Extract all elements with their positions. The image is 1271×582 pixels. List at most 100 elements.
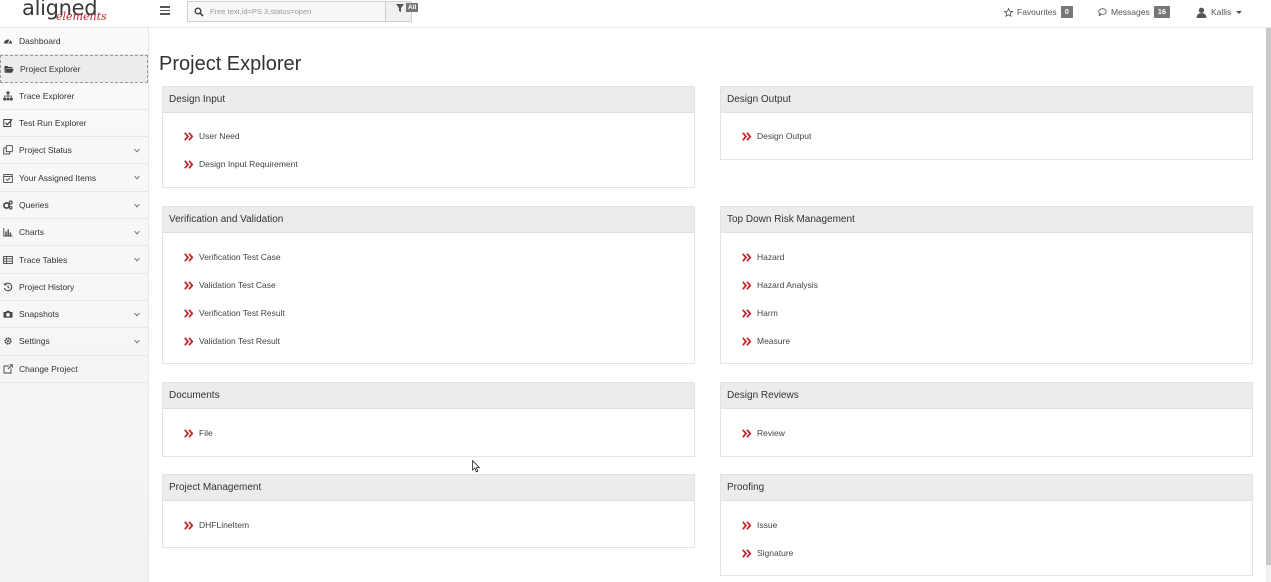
panel-link-signature[interactable]: Signature [742, 546, 793, 560]
panel-link-verification-test-result[interactable]: Verification Test Result [184, 306, 285, 320]
history-icon [3, 282, 13, 292]
page-title: Project Explorer [159, 53, 302, 75]
double-chevron-right-icon [184, 159, 194, 169]
sidebar-item-label: Test Run Explorer [19, 118, 87, 129]
sidebar-item-charts[interactable]: Charts [0, 219, 148, 247]
panel-title: Design Input [163, 87, 694, 113]
panel-link-design-output[interactable]: Design Output [742, 129, 811, 143]
sidebar-item-label: Trace Tables [19, 254, 68, 265]
sidebar-item-label: Queries [19, 199, 49, 210]
panel-design-output: Design Output Design Output [720, 86, 1253, 160]
chevron-down-icon [134, 176, 140, 180]
sitemap-icon [3, 91, 13, 101]
panel-top-down-risk-management: Top Down Risk Management Hazard Hazard A… [720, 206, 1253, 364]
panel-link-label: Validation Test Result [199, 336, 280, 346]
filter-all-badge: All [406, 3, 419, 12]
panel-link-hazard-analysis[interactable]: Hazard Analysis [742, 278, 818, 292]
sidebar-item-project-history[interactable]: Project History [0, 274, 148, 301]
sidebar-item-label: Snapshots [19, 309, 60, 320]
sidebar-item-settings[interactable]: Settings [0, 328, 148, 356]
user-name: Kallis [1211, 7, 1232, 17]
sidebar-item-project-explorer[interactable]: Project Explorer [0, 55, 148, 83]
gear-icon [4, 337, 12, 346]
panel-link-design-input-requirement[interactable]: Design Input Requirement [184, 157, 298, 171]
calendar-check-icon [3, 173, 13, 183]
panel-link-hazard[interactable]: Hazard [742, 250, 784, 264]
sidebar-item-your-assigned-items[interactable]: Your Assigned Items [0, 164, 148, 192]
check-square-icon [3, 118, 13, 128]
panel-design-reviews: Design Reviews Review [720, 382, 1253, 457]
sidebar-item-dashboard[interactable]: Dashboard [0, 28, 148, 56]
user-menu[interactable]: Kallis [1196, 5, 1243, 19]
panel-link-label: Hazard Analysis [757, 280, 818, 290]
filter-button[interactable]: All [385, 1, 419, 22]
panel-title: Design Output [721, 87, 1252, 113]
favourites-label: Favourites [1017, 7, 1057, 17]
sidebar-item-label: Change Project [19, 363, 78, 374]
chevron-down-icon [134, 230, 140, 235]
panel-link-file[interactable]: File [184, 426, 213, 440]
panel-link-validation-test-result[interactable]: Validation Test Result [184, 334, 280, 348]
panel-link-label: Review [757, 428, 785, 438]
panel-link-issue[interactable]: Issue [742, 518, 777, 532]
sidebar-item-project-status[interactable]: Project Status [0, 137, 148, 165]
panel-title: Design Reviews [721, 383, 1252, 409]
search-box [187, 1, 386, 22]
app-logo[interactable]: aligned elements [22, 0, 132, 26]
sidebar-item-label: Trace Explorer [19, 90, 75, 101]
panel-title: Proofing [721, 475, 1252, 501]
scrollbar-thumb[interactable] [1266, 28, 1271, 565]
mouse-cursor-icon [472, 460, 480, 473]
sidebar-item-label: Settings [19, 336, 50, 347]
double-chevron-right-icon [184, 520, 194, 530]
cogs-icon [3, 200, 13, 210]
folder-open-icon [4, 65, 14, 73]
panel-design-input: Design Input User Need Design Input Requ… [162, 86, 695, 188]
sidebar-item-label: Project Explorer [20, 63, 81, 74]
sidebar-item-test-run-explorer[interactable]: Test Run Explorer [0, 110, 148, 138]
sidebar: Dashboard Project Explorer Trace Explore… [0, 28, 149, 582]
external-link-icon [3, 363, 13, 374]
messages-link[interactable]: Messages 16 [1098, 5, 1171, 19]
double-chevron-right-icon [742, 308, 752, 318]
favourites-link[interactable]: Favourites 0 [1004, 5, 1073, 19]
clone-icon [3, 145, 13, 155]
double-chevron-right-icon [184, 280, 194, 290]
sidebar-item-trace-explorer[interactable]: Trace Explorer [0, 83, 148, 110]
panel-link-label: Design Input Requirement [199, 159, 298, 169]
panel-project-management: Project Management DHFLineItem [162, 474, 695, 548]
panel-link-label: File [199, 428, 213, 438]
sidebar-item-change-project[interactable]: Change Project [0, 356, 148, 383]
panel-link-label: DHFLineItem [199, 520, 250, 530]
sidebar-item-snapshots[interactable]: Snapshots [0, 301, 148, 329]
chevron-down-icon [1236, 10, 1243, 14]
double-chevron-right-icon [742, 520, 752, 530]
panel-proofing: Proofing Issue Signature [720, 474, 1253, 576]
panel-link-label: Harm [757, 308, 778, 318]
panel-link-label: User Need [199, 131, 240, 141]
panel-link-user-need[interactable]: User Need [184, 129, 240, 143]
sidebar-item-label: Project History [19, 281, 75, 292]
sidebar-item-queries[interactable]: Queries [0, 192, 148, 220]
chevron-down-icon [134, 339, 140, 344]
double-chevron-right-icon [742, 428, 752, 438]
panel-link-label: Hazard [757, 252, 785, 262]
panel-title: Documents [163, 383, 694, 409]
double-chevron-right-icon [184, 336, 194, 346]
panel-link-measure[interactable]: Measure [742, 334, 790, 348]
panel-link-harm[interactable]: Harm [742, 306, 778, 320]
panel-link-validation-test-case[interactable]: Validation Test Case [184, 278, 276, 292]
search-input[interactable] [210, 4, 380, 19]
panel-link-review[interactable]: Review [742, 426, 785, 440]
panel-link-dhflineitem[interactable]: DHFLineItem [184, 518, 249, 532]
sidebar-item-label: Charts [19, 227, 45, 238]
double-chevron-right-icon [742, 131, 752, 141]
menu-toggle-icon[interactable] [160, 6, 170, 16]
main-content: Project Explorer Design Input User Need … [149, 28, 1259, 582]
sidebar-item-trace-tables[interactable]: Trace Tables [0, 246, 148, 274]
user-icon [1196, 7, 1207, 18]
panel-link-verification-test-case[interactable]: Verification Test Case [184, 250, 281, 264]
double-chevron-right-icon [742, 336, 752, 346]
camera-icon [3, 310, 13, 318]
top-bar: aligned elements All Favourites 0 Messag… [0, 0, 1271, 28]
